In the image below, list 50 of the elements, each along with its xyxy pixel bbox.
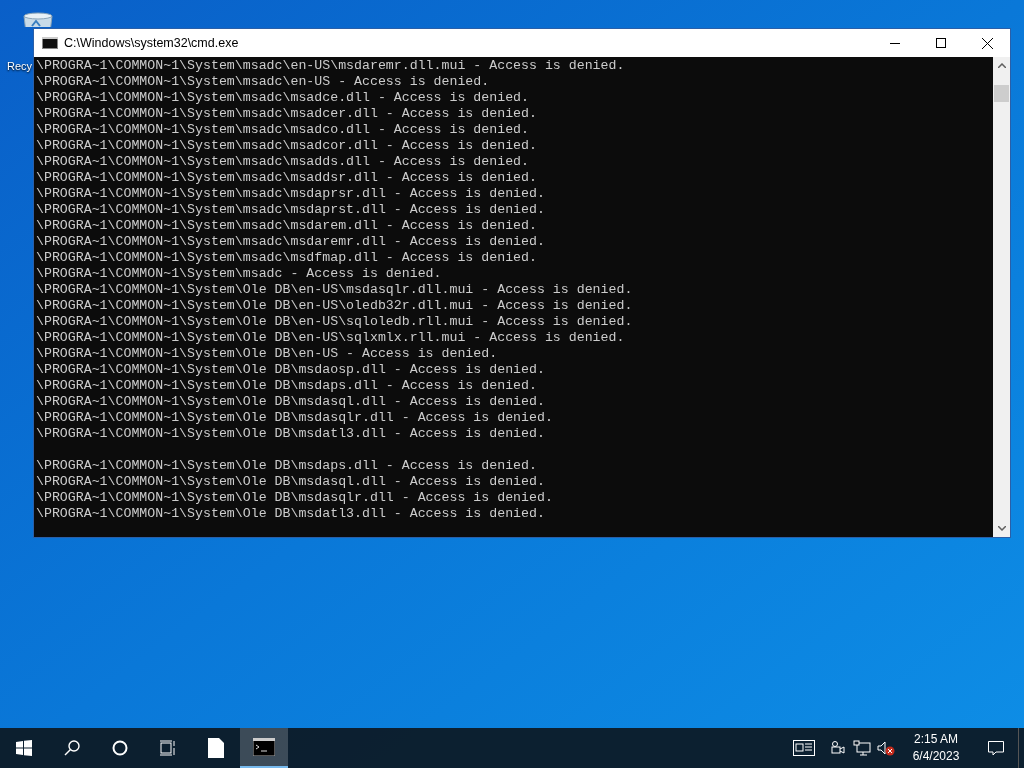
console-line: \PROGRA~1\COMMON~1\System\msadc\msadds.dll - Access is denied. [36, 154, 530, 170]
console-line: \PROGRA~1\COMMON~1\System\Ole DB\msdatl3.dll - Access is denied. [36, 506, 546, 522]
clock[interactable]: 2:15 AM 6/4/2023 [898, 728, 974, 768]
notification-icon [988, 740, 1004, 756]
search-icon [64, 740, 80, 756]
console-line: \PROGRA~1\COMMON~1\System\Ole DB\msdaps.dll - Access is denied. [36, 378, 538, 394]
console-line: \PROGRA~1\COMMON~1\System\Ole DB\en-US\sqloledb.rll.mui - Access is denied. [36, 314, 634, 330]
scroll-up-icon[interactable] [997, 63, 1006, 68]
console-line: \PROGRA~1\COMMON~1\System\msadc\en-US - Access is denied. [36, 74, 491, 90]
console-line: \PROGRA~1\COMMON~1\System\Ole DB\msdasql.dll - Access is denied. [36, 394, 546, 410]
scrollbar[interactable] [993, 57, 1010, 537]
circle-icon [112, 740, 128, 756]
icon-label: Recy [7, 59, 33, 73]
windows-logo-icon [16, 740, 32, 756]
maximize-icon [936, 38, 946, 48]
task-view-icon [160, 740, 176, 756]
console-line: \PROGRA~1\COMMON~1\System\msadc\msdaprsr.dll - Access is denied. [36, 186, 546, 202]
muted-speaker-icon [877, 740, 895, 756]
console-line: \PROGRA~1\COMMON~1\System\Ole DB\en-US\oledb32r.dll.mui - Access is denied. [36, 298, 634, 314]
scroll-thumb[interactable] [994, 85, 1009, 102]
console-line: \PROGRA~1\COMMON~1\System\msadc\msadce.dll - Access is denied. [36, 90, 530, 106]
console-line: \PROGRA~1\COMMON~1\System\msadc\en-US\msdaremr.dll.mui - Access is denied. [36, 58, 626, 74]
console-line: \PROGRA~1\COMMON~1\System\Ole DB\msdaosp.dll - Access is denied. [36, 362, 546, 378]
window-title: C:\Windows\system32\cmd.exe [64, 34, 239, 52]
console-line: \PROGRA~1\COMMON~1\System\Ole DB\en-US\sqlxmlx.rll.mui - Access is denied. [36, 330, 626, 346]
scroll-down-icon[interactable] [997, 526, 1006, 531]
news-icon [793, 740, 815, 756]
console-line: \PROGRA~1\COMMON~1\System\msadc\msdarem.dll - Access is denied. [36, 218, 538, 234]
console-line: \PROGRA~1\COMMON~1\System\msadc\msaddsr.dll - Access is denied. [36, 170, 538, 186]
camera-icon [831, 740, 845, 756]
network-icon [853, 740, 871, 756]
console-icon [253, 738, 275, 756]
console-line: \PROGRA~1\COMMON~1\System\msadc\msadco.dll - Access is denied. [36, 122, 530, 138]
console-line: \PROGRA~1\COMMON~1\System\Ole DB\en-US - Access is denied. [36, 346, 499, 362]
console-line: \PROGRA~1\COMMON~1\System\msadc\msdaremr.dll - Access is denied. [36, 234, 546, 250]
console-line: \PROGRA~1\COMMON~1\System\msadc - Access is denied. [36, 266, 443, 282]
console-line: \PROGRA~1\COMMON~1\System\Ole DB\msdaps.dll - Access is denied. [36, 458, 538, 474]
console-line: \PROGRA~1\COMMON~1\System\msadc\msadcer.dll - Access is denied. [36, 106, 538, 122]
document-icon [208, 738, 224, 758]
console-line: \PROGRA~1\COMMON~1\System\Ole DB\msdasql.dll - Access is denied. [36, 474, 546, 490]
console-line: \PROGRA~1\COMMON~1\System\msadc\msdaprst.dll - Access is denied. [36, 202, 546, 218]
console-line: \PROGRA~1\COMMON~1\System\msadc\msdfmap.dll - Access is denied. [36, 250, 538, 266]
command-prompt-taskbar-button[interactable] [240, 728, 288, 768]
console-line: \PROGRA~1\COMMON~1\System\msadc\msadcor.dll - Access is denied. [36, 138, 538, 154]
console-line: \PROGRA~1\COMMON~1\System\Ole DB\msdatl3.dll - Access is denied. [36, 426, 546, 442]
console-line: \PROGRA~1\COMMON~1\System\Ole DB\en-US\msdasqlr.dll.mui - Access is denied. [36, 282, 634, 298]
close-icon [981, 37, 993, 49]
console-line: \PROGRA~1\COMMON~1\System\Ole DB\msdasqlr.dll - Access is denied. [36, 490, 554, 506]
console-icon [42, 37, 58, 49]
console-line: \PROGRA~1\COMMON~1\System\Ole DB\msdasqlr.dll - Access is denied. [36, 410, 554, 426]
